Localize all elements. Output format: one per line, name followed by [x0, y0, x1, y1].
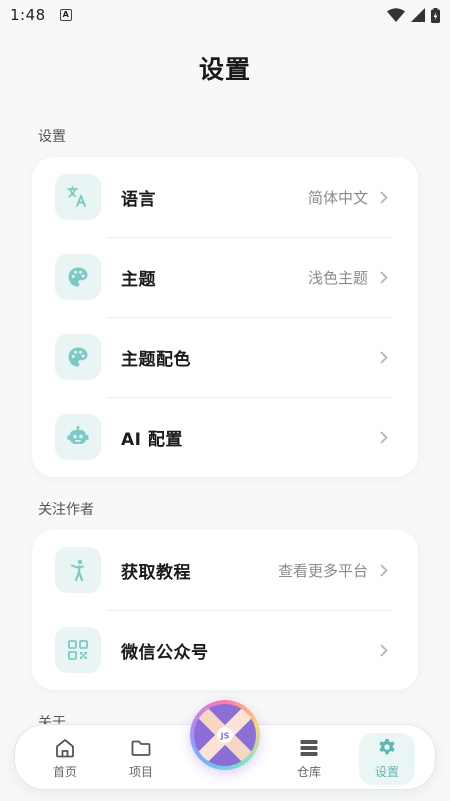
chevron-right-icon [380, 431, 388, 443]
wifi-icon [387, 8, 405, 22]
palette-icon [55, 334, 101, 380]
chevron-right-icon [380, 351, 388, 363]
status-indicators [387, 7, 440, 23]
settings-row-ai-config[interactable]: AI 配置 [32, 397, 418, 477]
follow-row-wechat[interactable]: 微信公众号 [32, 610, 418, 690]
chevron-right-icon [380, 191, 388, 203]
signal-icon [411, 8, 425, 22]
chevron-right-icon [380, 271, 388, 283]
row-label: 主题配色 [121, 349, 191, 370]
follow-row-tutorial[interactable]: 获取教程 查看更多平台 [32, 530, 418, 610]
page-title: 设置 [198, 55, 251, 84]
battery-icon [431, 7, 440, 23]
qrcode-icon [55, 627, 101, 673]
center-action-button[interactable]: JS [190, 700, 260, 770]
nav-label: 仓库 [296, 765, 321, 779]
status-bar: 1:48 A [0, 0, 450, 30]
section-label-follow: 关注作者 [38, 502, 94, 518]
person-icon [55, 547, 101, 593]
notification-a-icon: A [59, 9, 72, 21]
app-logo: JS [194, 704, 256, 766]
folder-icon [131, 740, 151, 756]
nav-label: 首页 [52, 765, 77, 779]
chevron-right-icon [380, 644, 388, 656]
row-label: 语言 [121, 189, 156, 210]
row-label: 获取教程 [121, 562, 191, 583]
settings-card: 语言 简体中文 主题 浅色主题 主题配色 AI 配置 [32, 157, 418, 477]
palette-icon [55, 254, 101, 300]
translate-icon [55, 174, 101, 220]
nav-label: 设置 [374, 765, 399, 779]
nav-repository[interactable]: 仓库 [281, 733, 337, 785]
chevron-right-icon [380, 564, 388, 576]
follow-card: 获取教程 查看更多平台 微信公众号 [32, 530, 418, 690]
gear-icon [379, 738, 395, 755]
repo-icon [300, 740, 318, 756]
settings-row-theme[interactable]: 主题 浅色主题 [32, 237, 418, 317]
status-time: 1:48 [10, 6, 46, 24]
nav-label: 项目 [128, 765, 153, 779]
settings-row-language[interactable]: 语言 简体中文 [32, 157, 418, 237]
section-label-settings: 设置 [38, 129, 66, 145]
home-icon [56, 739, 74, 758]
row-label: 主题 [121, 269, 156, 290]
row-label: AI 配置 [121, 429, 183, 450]
row-label: 微信公众号 [121, 642, 209, 663]
row-value: 查看更多平台 [277, 561, 368, 580]
settings-row-theme-color[interactable]: 主题配色 [32, 317, 418, 397]
nav-projects[interactable]: 项目 [113, 733, 169, 785]
fab-badge-text: JS [220, 732, 230, 741]
nav-settings[interactable]: 设置 [359, 733, 415, 785]
row-value: 浅色主题 [307, 268, 368, 287]
nav-home[interactable]: 首页 [37, 733, 93, 785]
row-value: 简体中文 [307, 188, 368, 207]
robot-icon [55, 414, 101, 460]
